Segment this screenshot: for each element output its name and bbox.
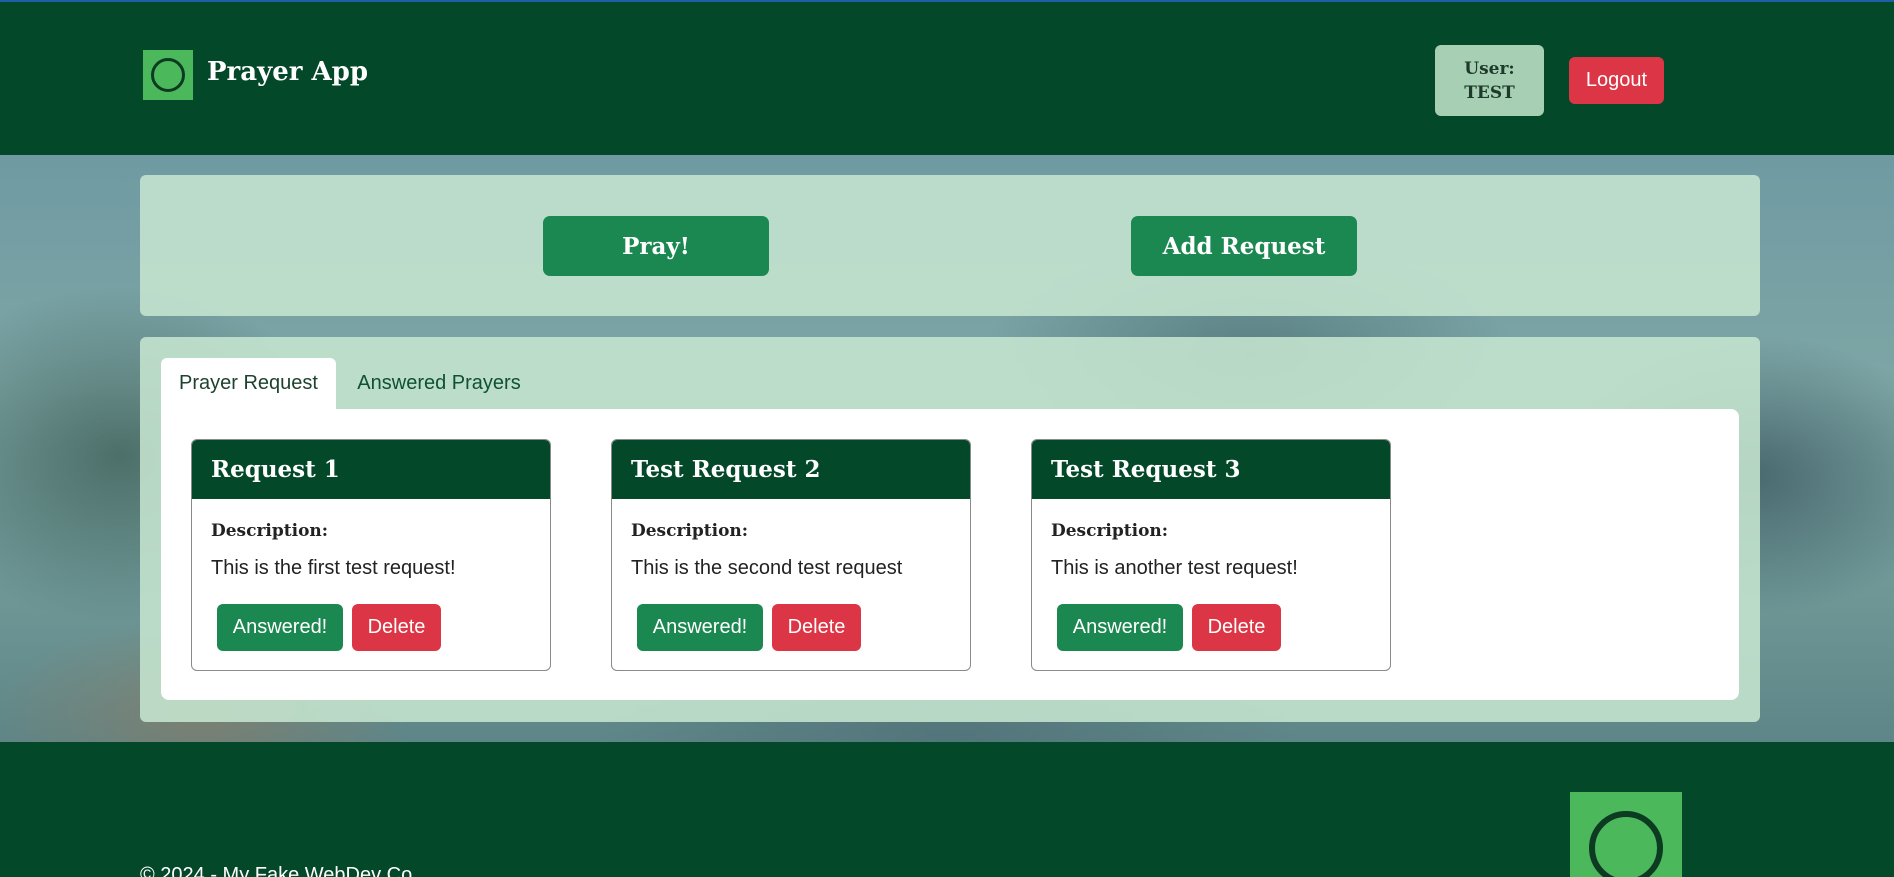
app-logo-icon[interactable] xyxy=(143,50,193,100)
delete-button[interactable]: Delete xyxy=(352,604,441,651)
action-panel: Pray! Add Request xyxy=(140,175,1760,316)
request-title: Test Request 2 xyxy=(612,440,970,499)
request-description: This is the first test request! xyxy=(211,557,456,579)
delete-button[interactable]: Delete xyxy=(1192,604,1281,651)
logo-ring xyxy=(151,58,185,92)
logout-button[interactable]: Logout xyxy=(1569,57,1664,104)
description-label: Description: xyxy=(1051,521,1169,541)
tab-prayer-request[interactable]: Prayer Request xyxy=(161,358,336,409)
request-title: Request 1 xyxy=(192,440,550,499)
site-header: Prayer App User: TEST Logout xyxy=(0,2,1894,155)
pray-button[interactable]: Pray! xyxy=(543,216,769,276)
description-label: Description: xyxy=(631,521,749,541)
footer-copyright: © 2024 - My Fake WebDev Co xyxy=(140,864,413,877)
add-request-button[interactable]: Add Request xyxy=(1131,216,1357,276)
tab-answered-prayers[interactable]: Answered Prayers xyxy=(336,358,542,409)
user-badge: User: TEST xyxy=(1435,45,1544,116)
request-title: Test Request 3 xyxy=(1032,440,1390,499)
answered-button[interactable]: Answered! xyxy=(1057,604,1183,651)
request-card: Test Request 3 Description: This is anot… xyxy=(1031,439,1391,671)
request-card: Test Request 2 Description: This is the … xyxy=(611,439,971,671)
description-label: Description: xyxy=(211,521,329,541)
answered-button[interactable]: Answered! xyxy=(217,604,343,651)
request-card: Request 1 Description: This is the first… xyxy=(191,439,551,671)
requests-panel: Prayer Request Answered Prayers Request … xyxy=(140,337,1760,722)
answered-button[interactable]: Answered! xyxy=(637,604,763,651)
app-brand-title[interactable]: Prayer App xyxy=(207,57,368,87)
tab-content: Request 1 Description: This is the first… xyxy=(161,409,1739,700)
request-description: This is the second test request xyxy=(631,557,903,579)
footer-logo-icon xyxy=(1570,792,1682,877)
user-label: User: xyxy=(1464,58,1515,79)
site-footer: © 2024 - My Fake WebDev Co xyxy=(0,742,1894,877)
user-name: TEST xyxy=(1464,82,1515,103)
request-description: This is another test request! xyxy=(1051,557,1298,579)
delete-button[interactable]: Delete xyxy=(772,604,861,651)
footer-logo-ring xyxy=(1589,811,1663,877)
